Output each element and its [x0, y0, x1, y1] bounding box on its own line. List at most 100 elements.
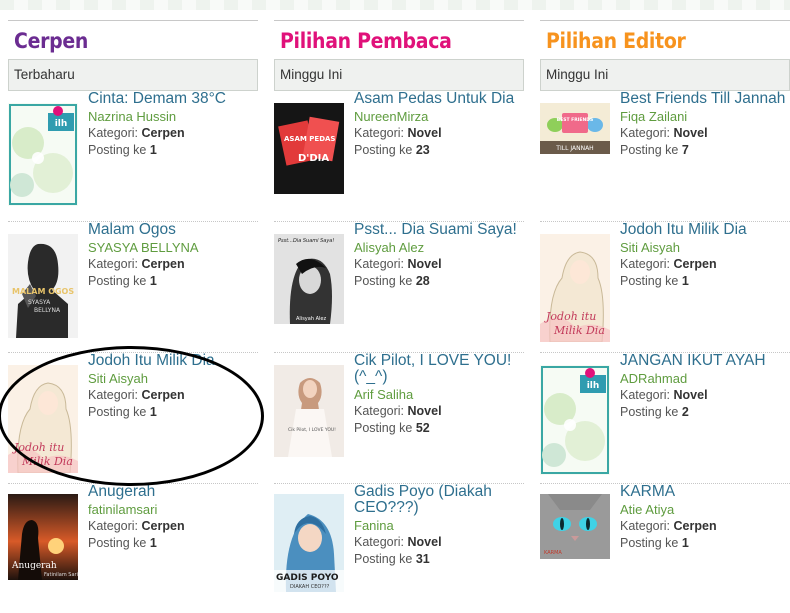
posting-count: Posting ke 23	[354, 143, 430, 157]
posting-count: Posting ke 52	[354, 421, 430, 435]
svg-text:Milik Dia: Milik Dia	[21, 455, 73, 468]
posting-count: Posting ke 28	[354, 274, 430, 288]
author-link[interactable]: NureenMirza	[354, 108, 524, 125]
cover-thumbnail[interactable]: Jodoh itu Milik Dia	[540, 234, 610, 342]
author-link[interactable]: Siti Aisyah	[620, 239, 790, 256]
author-link[interactable]: SYASYA BELLYNA	[88, 239, 258, 256]
post-title-link[interactable]: Malam Ogos	[88, 222, 258, 238]
author-link[interactable]: Nazrina Hussin	[88, 108, 258, 125]
posting-count: Posting ke 1	[88, 143, 157, 157]
svg-text:DIAKAH CEO???: DIAKAH CEO???	[290, 584, 330, 590]
svg-text:Milik Dia: Milik Dia	[553, 324, 605, 337]
svg-text:D'DIA: D'DIA	[298, 153, 329, 164]
list-item: Anugerah Fatinilam Sari Anugerah fatinil…	[8, 484, 258, 594]
svg-text:Fatinilam Sari: Fatinilam Sari	[44, 572, 78, 578]
category-line: Kategori: Novel	[354, 257, 442, 271]
cover-thumbnail[interactable]: Anugerah Fatinilam Sari	[8, 494, 78, 580]
category-line: Kategori: Cerpen	[88, 257, 185, 271]
author-link[interactable]: fatinilamsari	[88, 501, 258, 518]
list-item: Jodoh itu Milik Dia Jodoh Itu Milik Dia …	[540, 222, 790, 353]
category-line: Kategori: Novel	[620, 388, 708, 402]
category-line: Kategori: Novel	[354, 535, 442, 549]
cover-thumbnail[interactable]: Jodoh itu Milik Dia	[8, 365, 78, 473]
svg-text:SYASYA: SYASYA	[28, 299, 51, 306]
post-title-link[interactable]: Gadis Poyo (Diakah CEO???)	[354, 484, 524, 516]
cover-thumbnail[interactable]: ilh	[540, 365, 610, 475]
posting-count: Posting ke 1	[88, 274, 157, 288]
svg-text:Jodoh itu: Jodoh itu	[12, 441, 64, 454]
category-line: Kategori: Cerpen	[620, 257, 717, 271]
post-title-link[interactable]: Jodoh Itu Milik Dia	[620, 222, 790, 238]
svg-text:Anugerah: Anugerah	[11, 561, 57, 571]
column-title: Cerpen	[14, 29, 88, 53]
category-line: Kategori: Novel	[354, 404, 442, 418]
filter-dropdown[interactable]: Minggu Ini	[274, 59, 524, 91]
column-title: Pilihan Editor	[546, 29, 686, 53]
cover-thumbnail[interactable]: ASAM PEDAS D'DIA	[274, 103, 344, 194]
list-item: Cik Pilot, I LOVE YOU! Cik Pilot, I LOVE…	[274, 353, 524, 484]
author-link[interactable]: Arif Saliha	[354, 386, 524, 403]
author-link[interactable]: Siti Aisyah	[88, 370, 258, 387]
category-line: Kategori: Cerpen	[88, 126, 185, 140]
post-title-link[interactable]: KARMA	[620, 484, 790, 500]
column-title: Pilihan Pembaca	[280, 29, 452, 53]
author-link[interactable]: Fanina	[354, 517, 524, 534]
svg-text:KARMA: KARMA	[544, 550, 562, 556]
category-line: Kategori: Novel	[620, 126, 708, 140]
svg-text:ASAM PEDAS: ASAM PEDAS	[284, 135, 335, 143]
list-item: Psst...Dia Suami Saya! Alisyah Alez Psst…	[274, 222, 524, 353]
author-link[interactable]: Alisyah Alez	[354, 239, 524, 256]
cover-thumbnail[interactable]: ilh	[8, 103, 78, 206]
top-decoration	[0, 0, 790, 10]
list-item: KARMA KARMA Atie Atiya Kategori: Cerpen …	[540, 484, 790, 594]
cover-thumbnail[interactable]: GADIS POYO DIAKAH CEO???	[274, 494, 344, 592]
filter-dropdown[interactable]: Minggu Ini	[540, 59, 790, 91]
post-title-link[interactable]: Cinta: Demam 38°C	[88, 91, 258, 107]
post-title-link[interactable]: Cik Pilot, I LOVE YOU! (^_^)	[354, 353, 524, 385]
svg-text:Alisyah Alez: Alisyah Alez	[296, 316, 326, 322]
svg-text:BELLYNA: BELLYNA	[34, 307, 61, 314]
posting-count: Posting ke 2	[620, 405, 689, 419]
filter-dropdown[interactable]: Terbaharu	[8, 59, 258, 91]
list-item: MALAM OGOS SYASYA BELLYNA Malam Ogos SYA…	[8, 222, 258, 353]
svg-text:GADIS POYO: GADIS POYO	[276, 573, 339, 583]
post-title-link[interactable]: JANGAN IKUT AYAH	[620, 353, 790, 369]
posting-count: Posting ke 1	[88, 405, 157, 419]
posting-count: Posting ke 1	[620, 274, 689, 288]
list-item: BEST FRIENDS TILL JANNAH Best Friends Ti…	[540, 91, 790, 222]
cover-thumbnail[interactable]: Psst...Dia Suami Saya! Alisyah Alez	[274, 234, 344, 324]
cover-thumbnail[interactable]: BEST FRIENDS TILL JANNAH	[540, 103, 610, 154]
svg-text:Psst...Dia Suami Saya!: Psst...Dia Suami Saya!	[278, 238, 334, 244]
cover-thumbnail[interactable]: MALAM OGOS SYASYA BELLYNA	[8, 234, 78, 338]
posting-count: Posting ke 1	[620, 536, 689, 550]
author-link[interactable]: Atie Atiya	[620, 501, 790, 518]
column-cerpen: Cerpen Terbaharu ilh Cinta: Demam 38°C N…	[8, 20, 258, 594]
post-title-link[interactable]: Best Friends Till Jannah	[620, 91, 790, 107]
cover-thumbnail[interactable]: Cik Pilot, I LOVE YOU!	[274, 365, 344, 457]
svg-text:BEST FRIENDS: BEST FRIENDS	[557, 117, 593, 123]
cover-thumbnail[interactable]: KARMA	[540, 494, 610, 559]
svg-text:ilh: ilh	[55, 119, 68, 129]
svg-text:ilh: ilh	[587, 381, 600, 391]
list-item: ilh Cinta: Demam 38°C Nazrina Hussin Kat…	[8, 91, 258, 222]
column-pilihan-editor: Pilihan Editor Minggu Ini BEST FRIENDS T…	[540, 20, 790, 594]
post-title-link[interactable]: Psst... Dia Suami Saya!	[354, 222, 524, 238]
svg-text:TILL JANNAH: TILL JANNAH	[555, 145, 593, 152]
list-item: ASAM PEDAS D'DIA Asam Pedas Untuk Dia Nu…	[274, 91, 524, 222]
author-link[interactable]: Fiqa Zailani	[620, 108, 790, 125]
category-line: Kategori: Cerpen	[620, 519, 717, 533]
svg-text:MALAM OGOS: MALAM OGOS	[12, 287, 74, 296]
post-title-link[interactable]: Anugerah	[88, 484, 258, 500]
list-item: ilh JANGAN IKUT AYAH ADRahmad Kategori: …	[540, 353, 790, 484]
posting-count: Posting ke 7	[620, 143, 689, 157]
post-title-link[interactable]: Jodoh Itu Milik Dia	[88, 353, 258, 369]
posting-count: Posting ke 1	[88, 536, 157, 550]
posting-count: Posting ke 31	[354, 552, 430, 566]
list-item: GADIS POYO DIAKAH CEO??? Gadis Poyo (Dia…	[274, 484, 524, 594]
list-item: Jodoh itu Milik Dia Jodoh Itu Milik Dia …	[8, 353, 258, 484]
column-pilihan-pembaca: Pilihan Pembaca Minggu Ini ASAM PEDAS D'…	[274, 20, 524, 594]
author-link[interactable]: ADRahmad	[620, 370, 790, 387]
svg-text:Cik Pilot, I LOVE YOU!: Cik Pilot, I LOVE YOU!	[288, 427, 336, 433]
post-title-link[interactable]: Asam Pedas Untuk Dia	[354, 91, 524, 107]
svg-text:Jodoh itu: Jodoh itu	[544, 310, 596, 323]
